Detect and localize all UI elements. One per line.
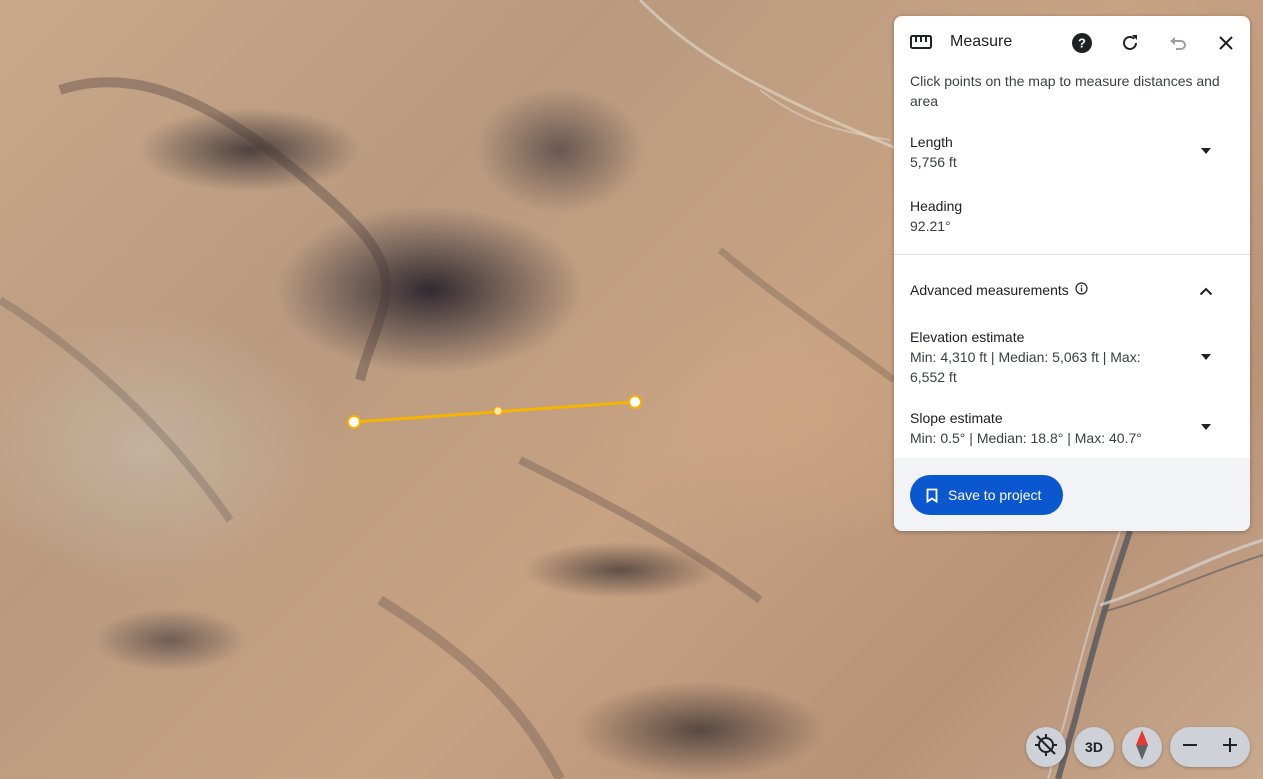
info-icon[interactable] xyxy=(1075,282,1088,298)
refresh-icon[interactable] xyxy=(1117,30,1143,56)
chevron-up-icon xyxy=(1199,287,1213,295)
panel-header: Measure ? xyxy=(894,16,1250,70)
elevation-value-line1: Min: 4,310 ft | Median: 5,063 ft | Max: xyxy=(910,349,1141,365)
location-toggle-button[interactable] xyxy=(1026,727,1066,767)
zoom-in-icon[interactable] xyxy=(1222,737,1238,758)
elevation-value-line2: 6,552 ft xyxy=(910,369,957,385)
measure-midpoint xyxy=(493,406,503,416)
no-location-icon xyxy=(1034,733,1058,762)
divider xyxy=(894,254,1250,255)
zoom-controls xyxy=(1170,727,1250,767)
panel-title: Measure xyxy=(950,33,1013,50)
caret-down-icon xyxy=(1201,424,1211,430)
heading-label: Heading xyxy=(910,198,963,214)
compass-button[interactable] xyxy=(1122,727,1162,767)
undo-icon[interactable] xyxy=(1165,30,1191,56)
measure-panel: Measure ? Click points on the map to mea… xyxy=(894,16,1250,531)
elevation-label: Elevation estimate xyxy=(910,329,1025,345)
help-icon[interactable]: ? xyxy=(1069,30,1095,56)
measure-point-start xyxy=(347,415,361,429)
bookmark-icon xyxy=(926,488,938,503)
compass-icon xyxy=(1134,729,1150,765)
advanced-measurements-header[interactable]: Advanced measurements xyxy=(910,282,1088,298)
toggle-3d-button[interactable]: 3D xyxy=(1074,727,1114,767)
caret-down-icon xyxy=(1201,354,1211,360)
length-label: Length xyxy=(910,134,953,150)
caret-down-icon xyxy=(1201,148,1211,154)
slope-label: Slope estimate xyxy=(910,410,1003,426)
advanced-measurements-title: Advanced measurements xyxy=(910,282,1069,298)
slope-value: Min: 0.5° | Median: 18.8° | Max: 40.7° xyxy=(910,430,1142,446)
zoom-out-icon[interactable] xyxy=(1182,737,1198,758)
heading-value: 92.21° xyxy=(910,218,951,234)
panel-footer: Save to project xyxy=(894,458,1250,531)
length-unit-dropdown[interactable] xyxy=(1196,141,1216,161)
slope-unit-dropdown[interactable] xyxy=(1196,417,1216,437)
elevation-unit-dropdown[interactable] xyxy=(1196,347,1216,367)
advanced-collapse-button[interactable] xyxy=(1196,281,1216,301)
save-to-project-label: Save to project xyxy=(948,487,1042,503)
instructions-text: Click points on the map to measure dista… xyxy=(910,73,1220,109)
length-value: 5,756 ft xyxy=(910,154,957,170)
measure-point-end xyxy=(628,395,642,409)
close-icon[interactable] xyxy=(1213,30,1239,56)
svg-text:?: ? xyxy=(1078,36,1086,51)
save-to-project-button[interactable]: Save to project xyxy=(910,475,1063,515)
ruler-icon xyxy=(910,33,932,56)
